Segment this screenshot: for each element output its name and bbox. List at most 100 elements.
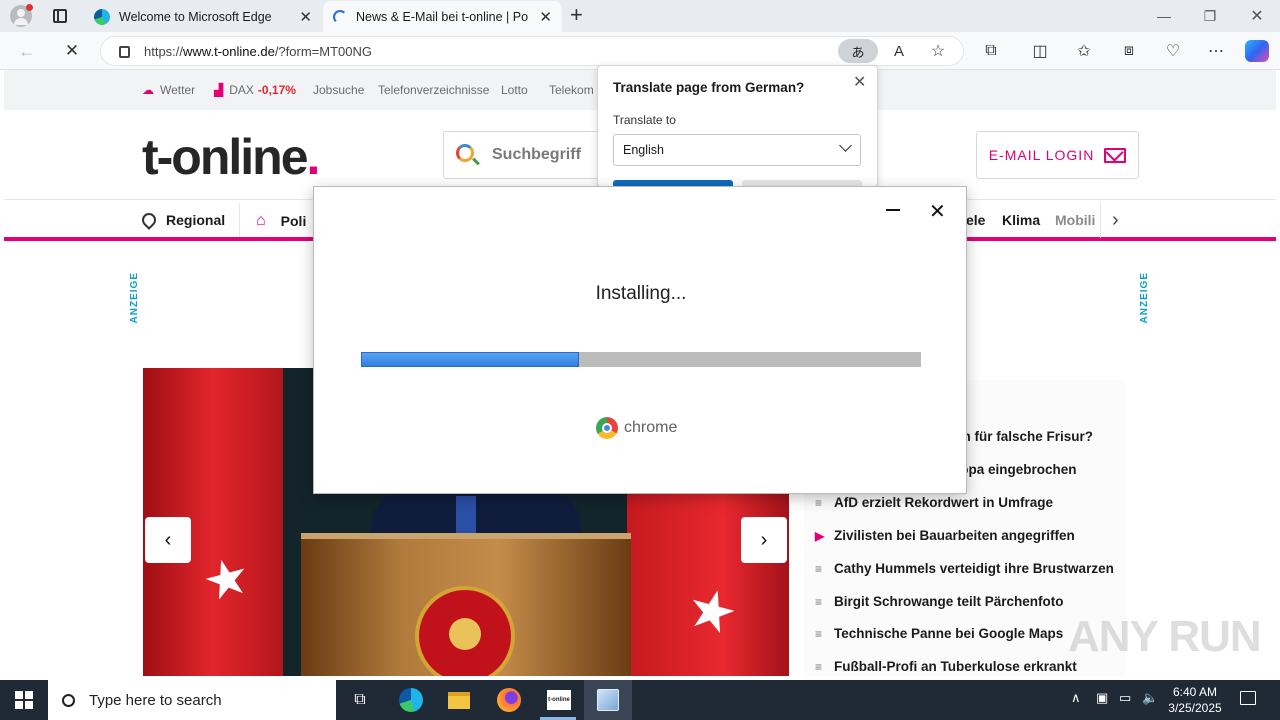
chrome-icon: [596, 417, 618, 439]
tab-label: Welcome to Microsoft Edge: [119, 9, 272, 24]
url-field[interactable]: https://www.t-online.de/?form=MT00NG: [100, 36, 964, 66]
carousel-prev-button[interactable]: ‹: [145, 517, 191, 563]
list-icon: ≡: [815, 495, 823, 510]
chart-icon: ▟: [214, 83, 224, 97]
list-icon: ≡: [815, 626, 823, 641]
list-icon: ≡: [815, 659, 823, 674]
url-prefix: https://: [144, 43, 184, 59]
telekom-link[interactable]: Telekom: [549, 83, 594, 97]
lotto-link[interactable]: Lotto: [501, 83, 528, 97]
close-tab-icon[interactable]: ✕: [299, 8, 312, 26]
language-select[interactable]: English: [613, 134, 861, 166]
windows-start-icon[interactable]: [15, 691, 33, 709]
edge-icon: [94, 8, 110, 25]
translate-to-label: Translate to: [613, 113, 676, 127]
news-item[interactable]: en für falsche Frisur?: [955, 429, 1093, 444]
close-translate-icon[interactable]: ✕: [853, 72, 866, 92]
cloud-icon: ☁: [142, 83, 154, 97]
nav-regional[interactable]: Regional: [139, 210, 225, 230]
weather-link[interactable]: ☁ Wetter: [142, 83, 195, 97]
collections-icon[interactable]: ⧈: [1118, 41, 1140, 61]
translate-page-icon[interactable]: あ: [838, 39, 878, 63]
email-login-button[interactable]: E-MAIL LOGIN: [976, 131, 1139, 179]
installer-taskbar-icon[interactable]: [594, 686, 622, 714]
list-icon: ≡: [815, 561, 823, 576]
url-path: /?form=MT00NG: [274, 43, 372, 59]
back-icon[interactable]: ←: [16, 41, 38, 61]
carousel-next-button[interactable]: ›: [741, 517, 787, 563]
more-menu-icon[interactable]: ⋯: [1205, 41, 1227, 61]
nav-spiele[interactable]: ele: [966, 212, 985, 228]
lock-icon: [119, 46, 130, 58]
close-installer-icon[interactable]: ✕: [929, 199, 946, 224]
read-aloud-icon[interactable]: A: [888, 41, 910, 61]
install-progress-fill: [361, 352, 580, 367]
dax-change: -0,17%: [257, 83, 296, 97]
ad-label-left: ANZEIGE: [129, 272, 140, 324]
translate-popup: Translate page from German? ✕ Translate …: [597, 65, 878, 188]
jobsuche-link[interactable]: Jobsuche: [313, 83, 364, 97]
news-item[interactable]: ≡ Technische Panne bei Google Maps: [815, 626, 1063, 641]
restore-window-icon[interactable]: ❐: [1200, 6, 1220, 26]
news-item[interactable]: ▶ Zivilisten bei Bauarbeiten angegriffen: [815, 528, 1075, 543]
volume-icon[interactable]: 🔈: [1142, 690, 1158, 706]
dax-link[interactable]: ▟ DAX -0,17%: [214, 83, 296, 97]
news-item[interactable]: ≡ Cathy Hummels verteidigt ihre Brustwarz…: [815, 561, 1114, 576]
favorite-star-icon[interactable]: ☆: [927, 41, 949, 61]
tab-t-online[interactable]: News & E-Mail bei t-online | Polit ✕: [323, 1, 562, 32]
task-view-icon[interactable]: ⧉: [346, 686, 374, 714]
play-icon: ▶: [815, 528, 825, 543]
news-item[interactable]: ropa eingebrochen: [955, 462, 1077, 477]
list-icon: ≡: [815, 594, 823, 609]
stop-loading-icon[interactable]: ✕: [61, 41, 83, 61]
nav-politik[interactable]: ⌂ Poli: [256, 212, 306, 230]
nav-divider: [1100, 202, 1101, 238]
loading-icon: [333, 9, 347, 24]
copilot-icon[interactable]: [1245, 40, 1269, 62]
minimize-installer-icon[interactable]: [886, 209, 900, 211]
search-icon: [62, 693, 75, 707]
tab-actions-icon[interactable]: [53, 9, 67, 23]
tray-overflow-icon[interactable]: ∧: [1071, 690, 1081, 706]
split-screen-icon[interactable]: ◫: [1029, 41, 1051, 61]
profile-icon[interactable]: [10, 4, 33, 27]
nav-next-icon[interactable]: ›: [1112, 209, 1119, 232]
notifications-icon[interactable]: [1240, 691, 1256, 705]
edge-taskbar-icon[interactable]: [397, 686, 425, 714]
firefox-icon[interactable]: [495, 686, 523, 714]
nav-divider: [239, 203, 240, 237]
ad-label-right: ANZEIGE: [1139, 272, 1150, 324]
favorites-icon[interactable]: ✩: [1073, 41, 1095, 61]
telefonverzeichnisse-link[interactable]: Telefonverzeichnisse: [378, 83, 489, 97]
chrome-wordmark: chrome: [624, 419, 678, 436]
taskbar-clock[interactable]: 6:40 AM 3/25/2025: [1162, 684, 1228, 716]
nav-klima[interactable]: Klima: [1002, 212, 1040, 228]
chrome-installer-dialog: ✕ Installing... chrome: [313, 186, 967, 494]
network-icon[interactable]: ▭: [1119, 690, 1131, 706]
tab-welcome-edge[interactable]: Welcome to Microsoft Edge ✕: [84, 1, 322, 32]
clock-date: 3/25/2025: [1168, 701, 1222, 715]
nav-mobilitaet[interactable]: Mobili: [1055, 212, 1095, 228]
new-tab-icon[interactable]: +: [570, 4, 590, 27]
clock-time: 6:40 AM: [1172, 685, 1218, 699]
tray-device-icon[interactable]: ▣: [1096, 690, 1108, 706]
news-item[interactable]: ≡ Fußball-Profi an Tuberkulose erkrankt: [815, 659, 1077, 674]
news-item[interactable]: ≡ Birgit Schrowange teilt Pärchenfoto: [815, 594, 1064, 609]
anyrun-watermark: ANY RUN: [1068, 612, 1262, 661]
minimize-window-icon[interactable]: —: [1154, 6, 1174, 26]
close-window-icon[interactable]: ✕: [1247, 6, 1267, 26]
taskbar-search-input[interactable]: Type here to search: [48, 680, 336, 720]
t-online-logo[interactable]: t-online.: [142, 128, 320, 186]
browser-essentials-icon[interactable]: ♡: [1162, 41, 1184, 61]
file-explorer-icon[interactable]: [445, 686, 473, 714]
extensions-icon[interactable]: ⧉: [980, 41, 1002, 61]
chevron-down-icon: [839, 139, 852, 152]
install-status: Installing...: [595, 283, 687, 304]
translate-title: Translate page from German?: [613, 80, 805, 95]
news-item[interactable]: ≡ AfD erzielt Rekordwert in Umfrage: [815, 495, 1053, 510]
location-pin-icon: [139, 210, 159, 230]
t-online-taskbar-icon[interactable]: t-online: [545, 686, 573, 714]
mail-icon: [1104, 142, 1127, 163]
close-tab-icon[interactable]: ✕: [539, 8, 552, 26]
search-placeholder: Suchbegriff: [492, 146, 581, 163]
